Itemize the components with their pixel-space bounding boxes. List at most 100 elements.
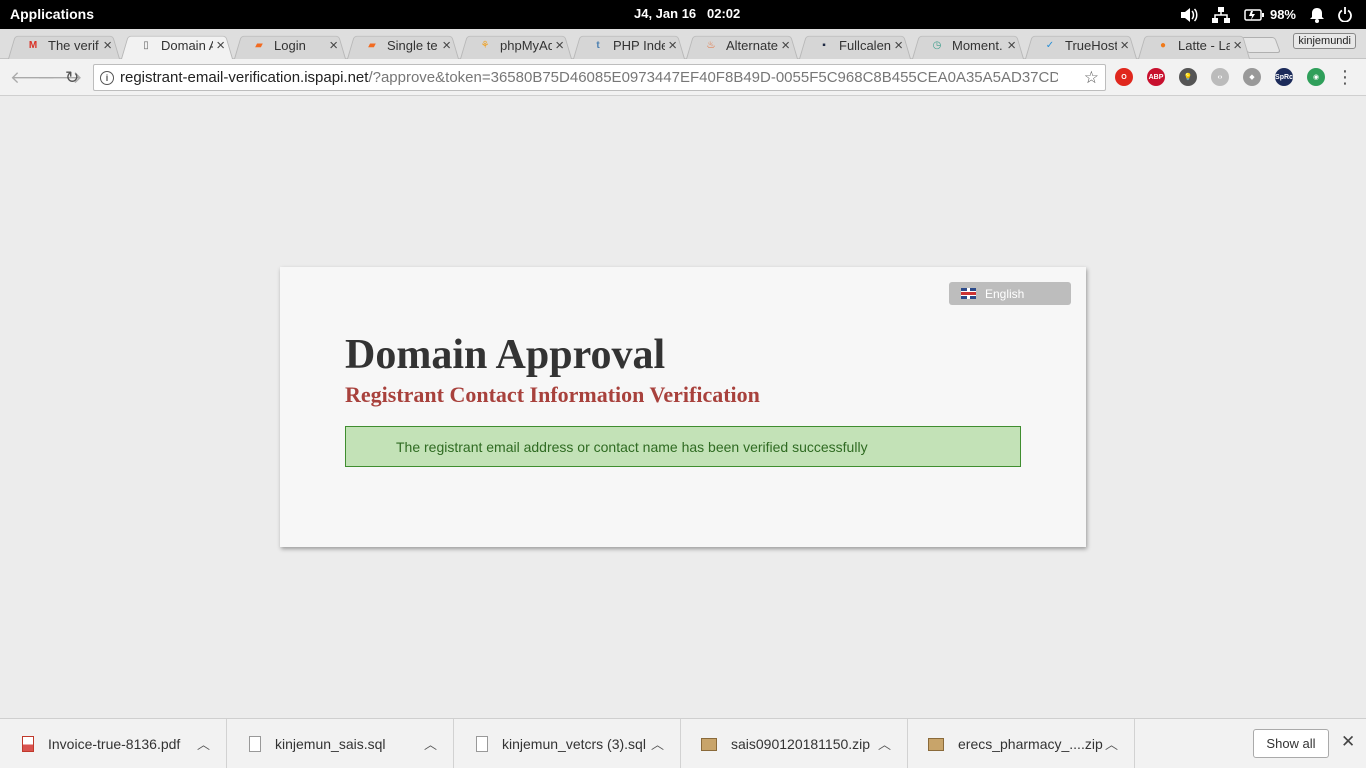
tab-title: TrueHost [1065, 38, 1117, 53]
browser-tab[interactable]: ▯ Domain A × [117, 32, 237, 59]
tab-close-icon[interactable]: × [1007, 37, 1016, 54]
tab-close-icon[interactable]: × [781, 37, 790, 54]
browser-tab[interactable]: ● Latte - La × [1134, 32, 1254, 59]
tab-strip: kinjemundi M The verif × ▯ Domain A × ▰ Login × ▰… [0, 29, 1366, 59]
tab-close-icon[interactable]: × [894, 37, 903, 54]
battery-indicator[interactable]: 98% [1244, 7, 1296, 22]
flame-icon: ♨ [706, 40, 716, 51]
sprc-icon[interactable]: SpRc [1275, 68, 1293, 86]
chevron-up-icon[interactable]: ︿ [1105, 734, 1118, 753]
battery-icon [1244, 8, 1264, 21]
code-icon[interactable]: ‹› [1211, 68, 1229, 86]
clock-icon: ◷ [932, 40, 942, 51]
pdf-file-icon [22, 736, 34, 752]
network-icon[interactable] [1211, 6, 1230, 23]
download-bar: Show all ✕ Invoice-true-8136.pdf ︿ kinjemu… [0, 718, 1366, 768]
archive-file-icon [701, 737, 717, 751]
file-icon [476, 736, 488, 752]
browser-toolbar: 🡐 🡒 ↻ i registrant-email-verification.is… [0, 59, 1366, 96]
browser-tab[interactable]: t PHP Inde × [569, 32, 689, 59]
language-label: English [985, 286, 1025, 301]
chevron-up-icon[interactable]: ︿ [424, 734, 437, 753]
download-filename: kinjemun_vetcrs (3).sql [502, 736, 646, 752]
approval-card: English Domain Approval Registrant Conta… [280, 267, 1086, 547]
tab-close-icon[interactable]: × [442, 37, 451, 54]
lightbulb-icon[interactable]: 💡 [1179, 68, 1197, 86]
url-host: registrant-email-verification.ispapi.net [120, 69, 369, 86]
close-download-bar-icon[interactable]: ✕ [1341, 732, 1355, 752]
browser-tab[interactable]: M The verif × [4, 32, 124, 59]
browser-tab[interactable]: ▪ Fullcalen × [795, 32, 915, 59]
tab-close-icon[interactable]: × [1120, 37, 1129, 54]
adblock-plus-icon[interactable]: ABP [1147, 68, 1165, 86]
tab-title: phpMyAd [500, 38, 552, 53]
browser-menu-icon[interactable]: ⋮ [1336, 67, 1354, 88]
system-tray: 98% [1180, 0, 1366, 29]
tab-close-icon[interactable]: × [1233, 37, 1242, 54]
clock[interactable]: J4, Jan 16 02:02 [634, 6, 740, 21]
tab-close-icon[interactable]: × [103, 37, 112, 54]
tab-title: PHP Inde [613, 38, 665, 53]
tab-close-icon[interactable]: × [216, 37, 225, 54]
file-icon [249, 736, 261, 752]
page-title: Domain Approval [345, 332, 666, 378]
download-filename: Invoice-true-8136.pdf [48, 736, 181, 752]
tab-title: Single te [387, 38, 438, 53]
tab-title: Domain A [161, 38, 213, 53]
tab-title: Alternate [726, 38, 778, 53]
chart-icon: ▰ [368, 40, 376, 51]
success-message: The registrant email address or contact … [396, 438, 868, 455]
system-panel: Applications J4, Jan 16 02:02 98% [0, 0, 1366, 29]
globe-icon[interactable]: ◉ [1307, 68, 1325, 86]
applications-menu[interactable]: Applications [10, 6, 94, 22]
tab-title: Latte - La [1178, 38, 1230, 53]
tab-close-icon[interactable]: × [555, 37, 564, 54]
show-all-downloads-button[interactable]: Show all [1253, 729, 1329, 758]
power-icon[interactable] [1338, 7, 1352, 22]
archive-file-icon [928, 737, 944, 751]
reload-button[interactable]: ↻ [65, 68, 79, 88]
pma-icon: ⚘ [480, 40, 490, 51]
download-item[interactable]: sais090120181150.zip ︿ [681, 719, 908, 768]
chart-icon: ▰ [255, 40, 263, 51]
notification-bell-icon[interactable] [1310, 7, 1324, 23]
chevron-up-icon[interactable]: ︿ [197, 734, 210, 753]
browser-tab[interactable]: ♨ Alternate × [682, 32, 802, 59]
browser-tab[interactable]: ⚘ phpMyAd × [456, 32, 576, 59]
page-icon: ▯ [143, 40, 149, 51]
profile-button[interactable]: kinjemundi [1293, 33, 1356, 49]
volume-icon[interactable] [1180, 7, 1198, 23]
browser-tab[interactable]: ▰ Single te × [343, 32, 463, 59]
tab-title: Fullcalen [839, 38, 891, 53]
browser-tab[interactable]: ▰ Login × [230, 32, 350, 59]
check-icon: ✓ [1045, 40, 1055, 51]
download-item[interactable]: kinjemun_vetcrs (3).sql ︿ [454, 719, 681, 768]
gmail-icon: M [28, 40, 38, 51]
uk-flag-icon [961, 288, 976, 299]
download-filename: sais090120181150.zip [731, 736, 871, 752]
download-filename: kinjemun_sais.sql [275, 736, 386, 752]
page-subtitle: Registrant Contact Information Verificat… [345, 382, 760, 407]
address-bar[interactable]: i registrant-email-verification.ispapi.n… [93, 64, 1106, 91]
tab-close-icon[interactable]: × [668, 37, 677, 54]
chevron-up-icon[interactable]: ︿ [878, 734, 891, 753]
download-item[interactable]: erecs_pharmacy_....zip ︿ [908, 719, 1135, 768]
cube-icon[interactable]: ◆ [1243, 68, 1261, 86]
tab-close-icon[interactable]: × [329, 37, 338, 54]
url-path: /?approve&token=36580B75D46085E0973447EF… [368, 69, 1059, 86]
download-item[interactable]: Invoice-true-8136.pdf ︿ [0, 719, 227, 768]
browser-tab[interactable]: ◷ Moment. × [908, 32, 1028, 59]
site-info-icon[interactable]: i [100, 70, 114, 85]
browser-tab[interactable]: ✓ TrueHost × [1021, 32, 1141, 59]
success-alert: The registrant email address or contact … [345, 426, 1021, 467]
tab-title: Login [274, 38, 306, 53]
tab-title: Moment. [952, 38, 1003, 53]
download-item[interactable]: kinjemun_sais.sql ︿ [227, 719, 454, 768]
chevron-up-icon[interactable]: ︿ [651, 734, 664, 753]
opera-icon[interactable]: O [1115, 68, 1133, 86]
t-icon: t [596, 40, 600, 51]
tab-title: The verif [48, 38, 99, 53]
language-selector[interactable]: English [949, 282, 1071, 305]
download-filename: erecs_pharmacy_....zip [958, 736, 1103, 752]
bookmark-star-icon[interactable]: ☆ [1084, 68, 1099, 88]
